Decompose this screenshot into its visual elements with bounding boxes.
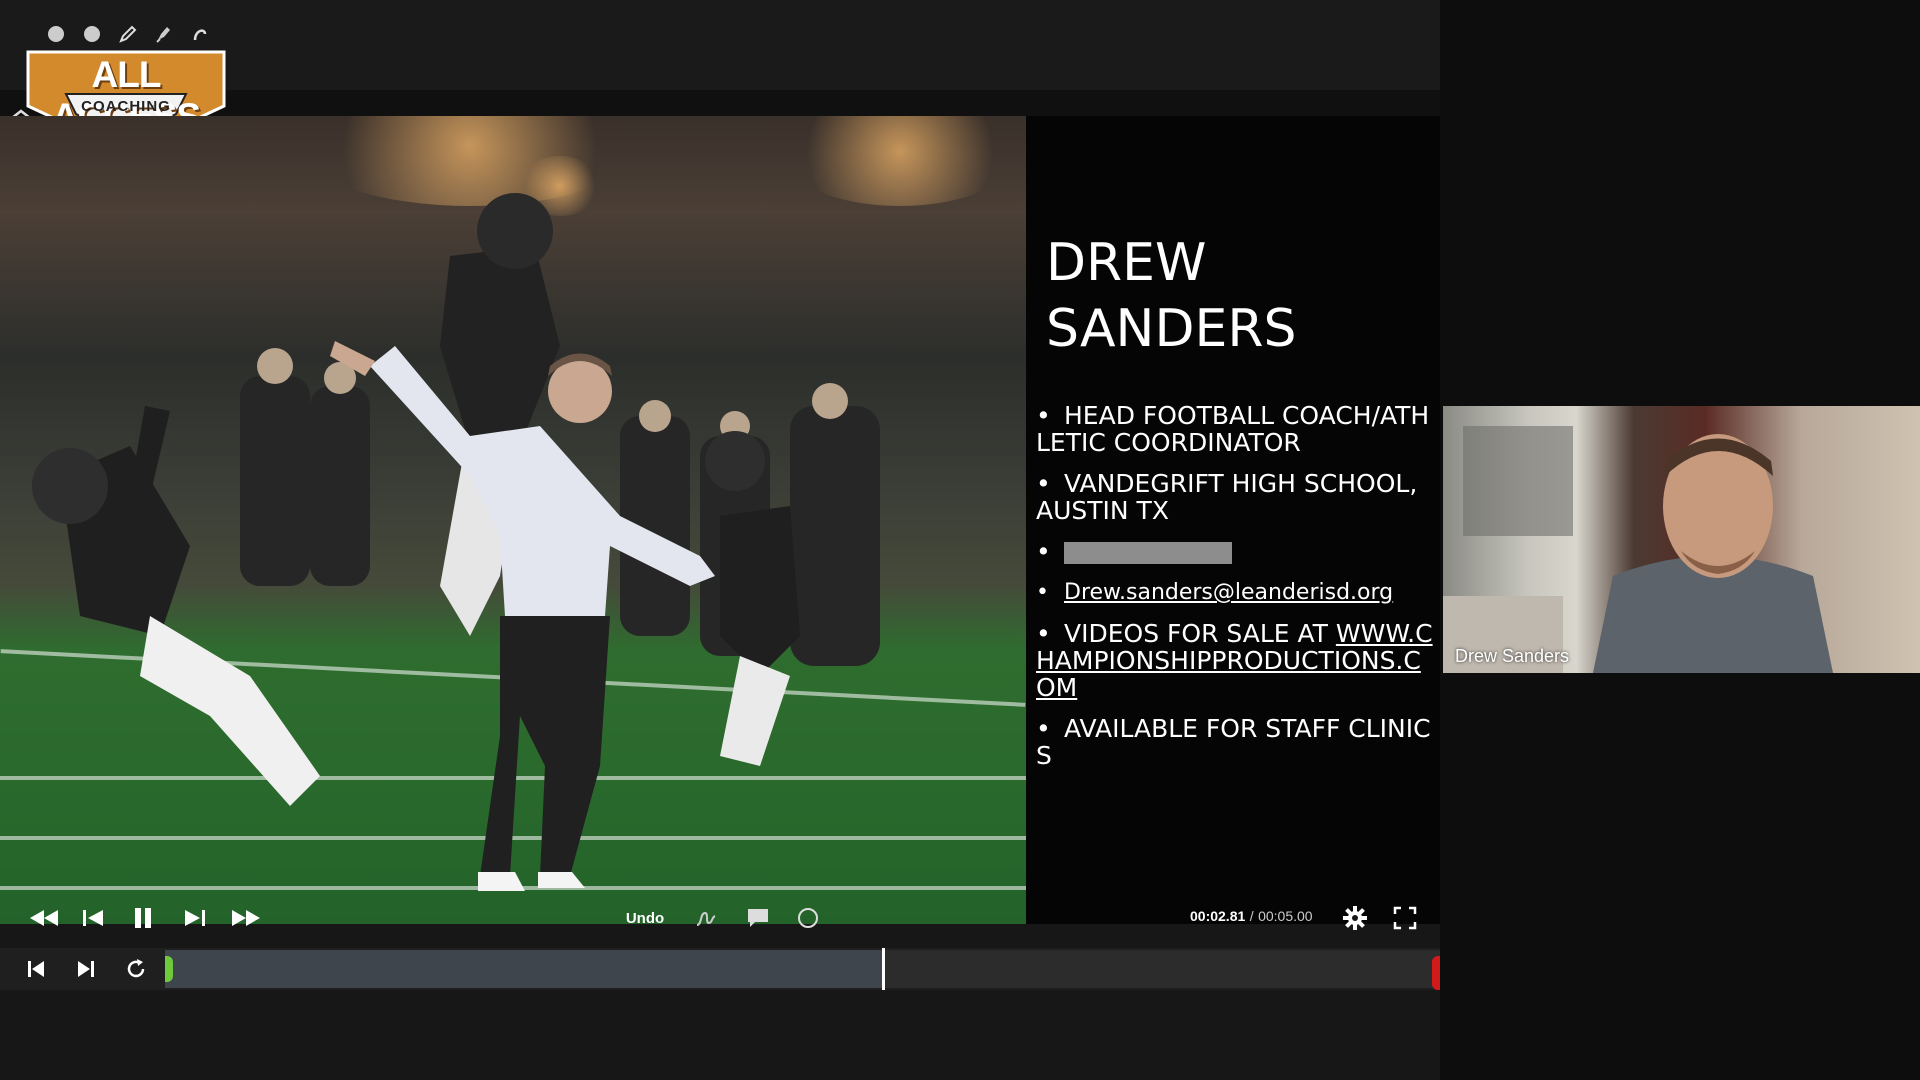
bullet-text: VIDEOS FOR SALE AT: [1064, 619, 1336, 648]
bullet-text: VANDEGRIFT HIGH SCHOOL, AUSTIN TX: [1036, 469, 1418, 525]
timeline-row: [0, 948, 1440, 990]
circle-draw-button[interactable]: [794, 894, 822, 942]
logo-subtitle: COACHING: [81, 98, 171, 115]
slide-bullet-list: • HEAD FOOTBALL COACH/ATHLETIC COORDINATO…: [1036, 402, 1436, 783]
marker-icon[interactable]: [154, 24, 174, 44]
freehand-draw-button[interactable]: [692, 894, 720, 942]
playhead[interactable]: [881, 948, 885, 990]
slide-bullet: •: [1036, 538, 1436, 565]
step-forward-button[interactable]: [180, 894, 210, 942]
rewind-button[interactable]: [26, 894, 62, 942]
slide-bullet: • Drew.sanders@leanderisd.org: [1036, 580, 1394, 605]
fullscreen-button[interactable]: [1390, 894, 1420, 942]
slide-bullet: • VANDEGRIFT HIGH SCHOOL, AUSTIN TX: [1036, 469, 1418, 525]
rewind-icon: [30, 910, 58, 926]
timeline-played: [165, 950, 882, 988]
time-separator: /: [1249, 908, 1254, 924]
clip-start-marker[interactable]: [165, 956, 173, 982]
undo-button[interactable]: Undo: [622, 894, 668, 942]
bullet-text: HEAD FOOTBALL COACH/ATHLETIC COORDINATOR: [1036, 401, 1430, 457]
comment-icon: [748, 909, 768, 927]
slide-bullet: • VIDEOS FOR SALE AT WWW.CHAMPIONSHIPPROD…: [1036, 619, 1433, 702]
step-back-button[interactable]: [78, 894, 108, 942]
total-time: 00:05.00: [1258, 908, 1313, 924]
bullet-text: AVAILABLE FOR STAFF CLINICS: [1036, 714, 1431, 770]
fast-forward-button[interactable]: [228, 894, 264, 942]
drawing-tools: [46, 24, 210, 44]
slide-bullet: • HEAD FOOTBALL COACH/ATHLETIC COORDINATO…: [1036, 401, 1430, 457]
email-link[interactable]: Drew.sanders@leanderisd.org: [1064, 580, 1393, 605]
settings-button[interactable]: [1340, 894, 1370, 942]
slide-title: DREW SANDERS: [1046, 233, 1297, 359]
step-forward-icon: [185, 910, 205, 926]
pencil-icon[interactable]: [118, 24, 138, 44]
webcam-tile: Drew Sanders: [1443, 406, 1920, 673]
gear-icon: [1343, 906, 1367, 930]
circle-tool-icon[interactable]: [82, 24, 102, 44]
undo-label: Undo: [625, 909, 665, 927]
pause-button[interactable]: [128, 894, 158, 942]
step-back-icon: [83, 910, 103, 926]
video-frame[interactable]: [0, 116, 1026, 924]
redacted-phone: [1064, 542, 1232, 564]
fast-forward-icon: [232, 910, 260, 926]
clip-end-marker[interactable]: [1432, 956, 1440, 990]
go-to-start-button[interactable]: [16, 948, 56, 990]
skip-forward-icon: [78, 961, 94, 977]
go-to-end-button[interactable]: [66, 948, 106, 990]
current-time: 00:02.81: [1190, 908, 1246, 924]
football-scene-icon: [32, 193, 880, 891]
replay-button[interactable]: [116, 948, 156, 990]
replay-icon: [127, 959, 145, 978]
time-display: 00:02.81 / 00:05.00: [1190, 908, 1313, 926]
slide-bullet: • AVAILABLE FOR STAFF CLINICS: [1036, 714, 1431, 770]
circle-draw-icon: [798, 908, 818, 928]
circle-tool-icon[interactable]: [46, 24, 66, 44]
participant-name: Drew Sanders: [1455, 646, 1570, 666]
timeline-scrubber[interactable]: [165, 948, 1440, 990]
video-player: ALL ACCESS COACHING: [0, 0, 1440, 1080]
eraser-icon[interactable]: [190, 24, 210, 44]
skip-back-icon: [28, 961, 44, 977]
freehand-draw-icon: [696, 911, 716, 926]
pause-icon: [135, 908, 151, 928]
participant-video-icon: [1443, 426, 1833, 673]
presentation-slide: DREW SANDERS • HEAD FOOTBALL COACH/ATHLET…: [1026, 116, 1440, 924]
comment-button[interactable]: [744, 894, 772, 942]
fullscreen-icon: [1393, 906, 1417, 930]
